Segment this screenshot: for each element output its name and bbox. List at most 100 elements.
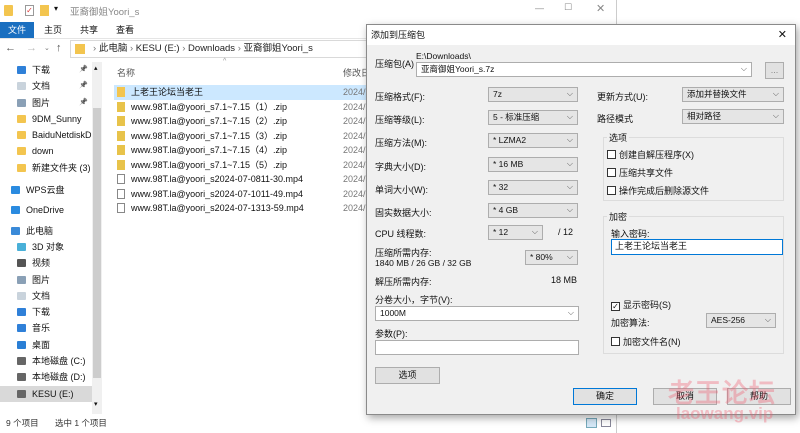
download-icon	[17, 66, 26, 74]
close-icon[interactable]: ✕	[778, 25, 787, 45]
column-header-name[interactable]: 名称	[117, 66, 135, 79]
nav-item[interactable]: BaiduNetdiskD	[0, 127, 102, 143]
folder-file-icon	[117, 87, 125, 97]
checkbox-unchecked[interactable]	[611, 337, 620, 346]
checkbox-unchecked[interactable]	[607, 186, 616, 195]
nav-item[interactable]: 图片 📌	[0, 95, 102, 111]
nav-item[interactable]: down	[0, 143, 102, 159]
password-input[interactable]: 上老王论坛当老王	[611, 239, 783, 255]
recent-dropdown-icon[interactable]: ⌄	[44, 44, 50, 52]
scroll-up-icon[interactable]: ▴	[94, 64, 98, 72]
cpu-threads-combo[interactable]: * 12	[488, 225, 543, 240]
breadcrumb: › 此电脑 › KESU (E:) › Downloads › 亚裔御姐Yoor…	[93, 43, 313, 54]
nav-item[interactable]: 视频	[0, 255, 102, 271]
close-button[interactable]: ✕	[596, 2, 605, 15]
checkbox-unchecked[interactable]	[607, 150, 616, 159]
nav-item[interactable]: 此电脑	[0, 223, 102, 239]
nav-item[interactable]: 新建文件夹 (3)	[0, 160, 102, 176]
checkbox-unchecked[interactable]	[607, 168, 616, 177]
nav-item-label: 图片	[32, 97, 51, 108]
nav-item[interactable]: 桌面	[0, 337, 102, 353]
qat-dropdown-icon[interactable]: ▾	[54, 4, 58, 13]
desktop-icon	[17, 340, 26, 349]
download-icon	[17, 308, 26, 317]
maximize-button[interactable]: ☐	[564, 2, 572, 13]
archive-name-combo[interactable]: 亚裔御姐Yoori_s.7z	[416, 62, 752, 77]
tab-view[interactable]: 查看	[108, 22, 142, 38]
tab-share[interactable]: 共享	[72, 22, 106, 38]
show-password-checkbox[interactable]: ✓ 显示密码(S)	[611, 298, 671, 311]
add-to-archive-dialog: 添加到压缩包 ✕ 压缩包(A) E:\Downloads\ 亚裔御姐Yoori_…	[366, 24, 796, 415]
cpu-max: / 12	[558, 227, 574, 237]
word-combo[interactable]: * 32	[488, 179, 578, 195]
forward-button[interactable]: →	[26, 42, 37, 54]
minimize-button[interactable]: —	[535, 3, 544, 13]
tab-file[interactable]: 文件	[0, 22, 34, 38]
nav-item[interactable]: 音乐	[0, 320, 102, 336]
nav-item[interactable]: OneDrive	[0, 202, 102, 218]
status-bar: 9 个项目 选中 1 个项目	[0, 414, 617, 433]
nav-scrollbar-thumb[interactable]	[93, 108, 101, 378]
breadcrumb-item[interactable]: Downloads	[188, 43, 235, 54]
details-view-button[interactable]	[586, 418, 597, 428]
selected-count: 选中 1 个项目	[54, 418, 107, 428]
breadcrumb-item[interactable]: KESU (E:)	[136, 43, 180, 54]
file-date: 2024/	[343, 159, 366, 170]
breadcrumb-item[interactable]: 亚裔御姐Yoori_s	[244, 43, 313, 54]
pin-icon: 📌	[79, 66, 88, 73]
browse-button[interactable]: ...	[765, 62, 784, 79]
nav-item[interactable]: 3D 对象	[0, 239, 102, 255]
update-mode-combo[interactable]: 添加并替换文件	[682, 87, 784, 102]
option-checkbox[interactable]: 创建自解压程序(X)	[607, 148, 694, 161]
video-icon	[17, 259, 26, 268]
file-date: 2024/	[343, 203, 366, 213]
memory-percent-combo[interactable]: * 80%	[525, 250, 578, 265]
params-input[interactable]	[375, 340, 579, 355]
pin-icon: 📌	[79, 82, 88, 90]
title-bar: ✓ ▾ 亚裔御姐Yoori_s — ☐ ✕	[0, 0, 617, 22]
picture-icon	[17, 98, 26, 107]
nav-item-label: down	[32, 146, 54, 157]
method-combo[interactable]: * LZMA2	[488, 133, 578, 149]
nav-item-label: 3D 对象	[32, 241, 65, 252]
new-folder-icon[interactable]	[40, 5, 49, 16]
ok-button[interactable]: 确定	[573, 388, 637, 405]
scroll-down-icon[interactable]: ▾	[94, 400, 98, 408]
cloud-icon	[11, 206, 20, 215]
encryption-method-combo[interactable]: AES-256	[706, 313, 776, 328]
encrypt-filenames-checkbox[interactable]: 加密文件名(N)	[611, 335, 681, 348]
nav-item[interactable]: 下载 📌	[0, 62, 102, 78]
tab-home[interactable]: 主页	[36, 22, 70, 38]
nav-item[interactable]: WPS云盘	[0, 182, 102, 198]
option-checkbox[interactable]: 操作完成后删除源文件	[607, 184, 709, 197]
back-button[interactable]: ←	[5, 42, 16, 54]
dict-combo[interactable]: * 16 MB	[488, 156, 578, 172]
solid-combo[interactable]: * 4 GB	[488, 203, 578, 218]
options-button[interactable]: 选项	[375, 367, 440, 384]
properties-icon[interactable]: ✓	[25, 5, 34, 16]
volume-size-combo[interactable]: 1000M	[375, 306, 579, 321]
item-count: 9 个项目	[6, 418, 39, 428]
nav-item[interactable]: 文档	[0, 288, 102, 304]
nav-item-label: BaiduNetdiskD	[32, 130, 92, 141]
option-checkbox[interactable]: 压缩共享文件	[607, 166, 673, 179]
nav-item[interactable]: 本地磁盘 (C:)	[0, 353, 102, 369]
nav-item[interactable]: 图片	[0, 272, 102, 288]
nav-item[interactable]: 9DM_Sunny	[0, 111, 102, 127]
archive-dir: E:\Downloads\	[416, 51, 471, 61]
file-name: 上老王论坛当老王	[131, 87, 204, 97]
folder-icon	[17, 163, 26, 172]
format-combo[interactable]: 7z	[488, 87, 578, 102]
level-combo[interactable]: 5 - 标准压缩	[488, 110, 578, 126]
breadcrumb-item[interactable]: 此电脑	[99, 43, 128, 54]
path-mode-combo[interactable]: 相对路径	[682, 109, 784, 124]
nav-item[interactable]: 下载	[0, 304, 102, 320]
nav-item[interactable]: KESU (E:)	[0, 385, 102, 402]
large-icons-view-button[interactable]	[601, 419, 611, 427]
nav-item[interactable]: 文档 📌	[0, 78, 102, 94]
checkbox-checked[interactable]: ✓	[611, 302, 620, 311]
nav-item[interactable]: 本地磁盘 (D:)	[0, 369, 102, 385]
nav-item-label: 图片	[32, 274, 51, 285]
dialog-title: 添加到压缩包	[371, 30, 426, 40]
up-button[interactable]: ↑	[56, 42, 62, 54]
